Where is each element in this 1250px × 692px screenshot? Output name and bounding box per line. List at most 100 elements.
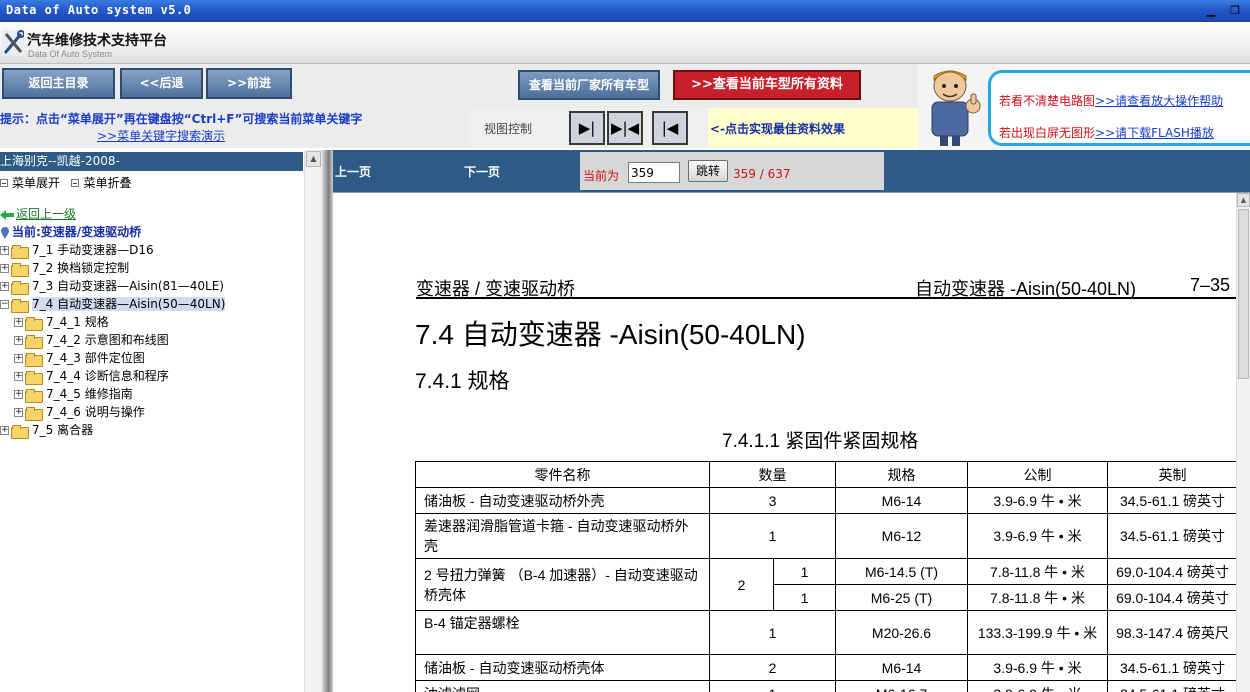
table-row: 油滤滤网 1 M6-16.7 3.9-6.9 牛 • 米 34.5-61.1 磅… bbox=[415, 680, 1238, 692]
expand-plus-icon: + bbox=[14, 407, 23, 417]
spec: M6-25 (T) bbox=[835, 584, 968, 611]
title-bar: Data of Auto system v5.0 ▁ ❐ bbox=[0, 0, 1250, 22]
heading-1: 7.4 自动变速器 -Aisin(50-40LN) bbox=[415, 319, 806, 350]
tree-item-label: 7_4_4 诊断信息和程序 bbox=[46, 369, 169, 383]
col-header-spec: 规格 bbox=[835, 461, 968, 488]
spec: M6-14 bbox=[835, 654, 968, 681]
spec: M6-14 bbox=[835, 487, 968, 514]
expand-left-button[interactable]: |◀ bbox=[652, 111, 688, 145]
tree-item-label: 7_3 自动变速器—Aisin(81—40LE) bbox=[32, 279, 224, 293]
qty: 1 bbox=[709, 610, 836, 655]
zoom-help-link[interactable]: >>请查看放大操作帮助 bbox=[1095, 94, 1223, 108]
spec: M6-12 bbox=[835, 513, 968, 559]
logo-bar: 汽车维修技术支持平台 Data Of Auto System bbox=[0, 22, 1250, 64]
scrollbar-thumb[interactable] bbox=[1238, 209, 1249, 379]
part-name: 差速器润滑脂管道卡箍 - 自动变速驱动桥外壳 bbox=[415, 513, 710, 559]
folder-icon bbox=[25, 316, 43, 331]
next-page-button[interactable]: 下一页 bbox=[464, 163, 500, 180]
tree-item-label: 7_4_5 维修指南 bbox=[46, 387, 133, 401]
menu-collapse-button[interactable]: 菜单折叠 bbox=[83, 176, 131, 190]
forward-button[interactable]: >>前进 bbox=[206, 68, 292, 99]
help-panel: 若看不清楚电路图>>请查看放大操作帮助 若出现白屏无图形>>请下载FLASH播放 bbox=[918, 64, 1250, 150]
imperial: 34.5-61.1 磅英寸 bbox=[1107, 680, 1238, 692]
folder-icon bbox=[11, 424, 29, 439]
menu-expand-button[interactable]: 菜单展开 bbox=[12, 176, 60, 190]
scroll-up-icon[interactable]: ▲ bbox=[306, 151, 321, 167]
page-number-input[interactable] bbox=[628, 162, 680, 183]
help-zoom-text: 若看不清楚电路图 bbox=[999, 94, 1096, 108]
page-number: 7–35 bbox=[1190, 275, 1231, 295]
scroll-up-icon[interactable]: ▲ bbox=[1237, 193, 1250, 207]
tree-item-label: 7_4_1 规格 bbox=[46, 315, 109, 329]
home-button[interactable]: 返回主目录 bbox=[2, 68, 115, 99]
tree-item-7-5[interactable]: +7_5 离合器 bbox=[0, 421, 93, 439]
tree-item-label: 7_4 自动变速器—Aisin(50—40LN) bbox=[32, 297, 226, 311]
minimize-button[interactable]: ▁ bbox=[1202, 2, 1220, 19]
back-up-link[interactable]: 返回上一级 bbox=[0, 205, 76, 223]
tree-item-label: 7_4_3 部件定位图 bbox=[46, 351, 145, 365]
back-button[interactable]: <<后退 bbox=[120, 68, 203, 99]
tree-item-7-4[interactable]: − 7_4 自动变速器—Aisin(50—40LN) bbox=[0, 295, 226, 313]
wrench-screwdriver-icon bbox=[2, 30, 24, 56]
imperial: 34.5-61.1 磅英寸 bbox=[1107, 654, 1238, 681]
expand-plus-icon: + bbox=[14, 353, 23, 363]
fastener-spec-table: 零件名称 数量 规格 公制 英制 储油板 - 自动变速驱动桥外壳 3 M6-14… bbox=[415, 461, 1238, 692]
tree-item-7-1[interactable]: +7_1 手动变速器—D16 bbox=[0, 241, 154, 259]
sidebar-scrollbar[interactable]: ▲ bbox=[304, 150, 322, 692]
restore-button[interactable]: ❐ bbox=[1226, 2, 1244, 19]
page-count: 359 / 637 bbox=[733, 167, 791, 181]
imperial: 69.0-104.4 磅英寸 bbox=[1107, 558, 1238, 585]
spec: M6-14.5 (T) bbox=[835, 558, 968, 585]
search-demo-link[interactable]: >>菜单关键字搜索演示 bbox=[97, 127, 225, 144]
flash-download-link[interactable]: >>请下载FLASH播放 bbox=[1095, 126, 1214, 140]
page-navigation: 上一页 下一页 当前为 跳转 359 / 637 bbox=[333, 150, 1250, 192]
back-arrow-icon bbox=[0, 209, 14, 220]
expand-right-button[interactable]: ▶| bbox=[569, 111, 605, 145]
vehicle-header: 上海别克--凯越-2008- bbox=[0, 152, 303, 171]
table-row: 储油板 - 自动变速驱动桥外壳 3 M6-14 3.9-6.9 牛 • 米 34… bbox=[415, 487, 1238, 514]
metric: 3.9-6.9 牛 • 米 bbox=[967, 654, 1108, 681]
prev-page-button[interactable]: 上一页 bbox=[335, 163, 371, 180]
all-docs-button[interactable]: >>查看当前车型所有资料 bbox=[673, 70, 861, 100]
col-header-metric: 公制 bbox=[967, 461, 1108, 488]
tree-item-7-4-6[interactable]: +7_4_6 说明与操作 bbox=[14, 403, 145, 421]
help-flash-text: 若出现白屏无图形 bbox=[999, 126, 1096, 140]
mechanic-mascot-icon bbox=[931, 70, 981, 146]
metric: 3.9-6.9 牛 • 米 bbox=[967, 513, 1108, 559]
folder-icon bbox=[25, 352, 43, 367]
search-hint: 提示：点击“菜单展开”再在键盘按“Ctrl+F”可搜索当前菜单关键字 bbox=[0, 112, 363, 126]
folder-icon bbox=[11, 244, 29, 259]
qty: 2 bbox=[709, 654, 836, 681]
tree-item-7-4-5[interactable]: +7_4_5 维修指南 bbox=[14, 385, 133, 403]
expand-plus-icon: + bbox=[0, 263, 9, 273]
jump-button[interactable]: 跳转 bbox=[688, 160, 728, 182]
metric: 3.9-6.9 牛 • 米 bbox=[967, 487, 1108, 514]
current-path: 当前:变速器/变速驱动桥 bbox=[0, 223, 141, 241]
table-title: 7.4.1.1 紧固件紧固规格 bbox=[722, 431, 919, 452]
metric: 7.8-11.8 牛 • 米 bbox=[967, 558, 1108, 585]
menu-toggle-row: 菜单展开 菜单折叠 bbox=[0, 174, 131, 191]
tree-item-7-4-2[interactable]: +7_4_2 示意图和布线图 bbox=[14, 331, 169, 349]
all-models-button[interactable]: 查看当前厂家所有车型 bbox=[518, 70, 660, 100]
collapse-icon bbox=[71, 178, 80, 187]
pane-splitter[interactable] bbox=[322, 150, 333, 692]
tree-item-7-3[interactable]: +7_3 自动变速器—Aisin(81—40LE) bbox=[0, 277, 224, 295]
app-name-en: Data Of Auto System bbox=[28, 49, 113, 59]
tree-item-7-2[interactable]: +7_2 换档锁定控制 bbox=[0, 259, 129, 277]
col-header-part: 零件名称 bbox=[415, 461, 710, 488]
col-header-qty: 数量 bbox=[709, 461, 836, 488]
tree-item-7-4-1[interactable]: +7_4_1 规格 bbox=[14, 313, 109, 331]
page-jump-box: 当前为 跳转 359 / 637 bbox=[580, 152, 884, 190]
table-row: B-4 锚定器螺栓 1 M20-26.6 133.3-199.9 牛 • 米 9… bbox=[415, 610, 1238, 655]
split-view-button[interactable]: ▶|◀ bbox=[607, 111, 643, 145]
document-scrollbar[interactable]: ▲ bbox=[1236, 193, 1250, 692]
table-header-row: 零件名称 数量 规格 公制 英制 bbox=[415, 461, 1238, 488]
help-line-flash: 若出现白屏无图形>>请下载FLASH播放 bbox=[999, 124, 1214, 141]
current-page-label: 当前为 bbox=[583, 169, 620, 183]
folder-icon bbox=[25, 406, 43, 421]
document-view: 变速器 / 变速驱动桥 自动变速器 -Aisin(50-40LN) 7–35 7… bbox=[333, 192, 1250, 692]
tree-item-7-4-4[interactable]: +7_4_4 诊断信息和程序 bbox=[14, 367, 169, 385]
tree-item-7-4-3[interactable]: +7_4_3 部件定位图 bbox=[14, 349, 145, 367]
qty: 2 bbox=[709, 558, 774, 611]
tree-item-label: 7_4_2 示意图和布线图 bbox=[46, 333, 169, 347]
